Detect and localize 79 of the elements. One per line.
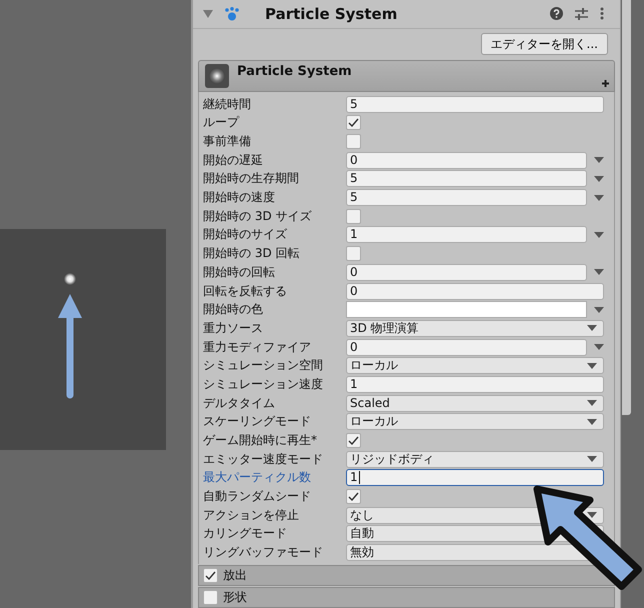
number-field[interactable]: 5 xyxy=(346,170,587,188)
number-field[interactable]: 1 xyxy=(346,376,604,393)
dropdown-arrow-icon[interactable] xyxy=(594,232,604,238)
checkbox[interactable] xyxy=(346,489,361,504)
dropdown-arrow-icon xyxy=(587,418,597,425)
checkbox[interactable] xyxy=(346,115,361,130)
dropdown[interactable]: 3D 物理演算 xyxy=(346,320,604,337)
dropdown-arrow-icon[interactable] xyxy=(594,157,604,164)
number-field[interactable]: 0 xyxy=(346,338,587,356)
checkbox[interactable] xyxy=(346,433,361,448)
dropdown[interactable]: Scaled xyxy=(346,394,604,412)
number-field[interactable]: 1 xyxy=(346,469,604,486)
property-label: 開始時の速度 xyxy=(202,189,276,206)
checkbox[interactable] xyxy=(346,208,361,224)
dropdown-arrow-icon[interactable] xyxy=(594,176,604,182)
property-label: 開始時の生存期間 xyxy=(202,170,300,188)
property-label: カリングモード xyxy=(202,525,288,542)
property-label: 開始の遅延 xyxy=(202,152,264,169)
number-field[interactable]: 5 xyxy=(346,96,604,113)
module-header[interactable]: 放出 xyxy=(198,565,615,586)
checkbox[interactable] xyxy=(346,134,361,150)
property-label: シミュレーション速度 xyxy=(202,376,324,393)
dropdown[interactable]: ローカル xyxy=(346,413,604,430)
dropdown-arrow-icon xyxy=(587,456,597,462)
dropdown-arrow-icon xyxy=(587,400,597,406)
property-label: 開始時の回転 xyxy=(202,264,276,281)
dropdown-arrow-icon[interactable] xyxy=(594,269,604,276)
dropdown-arrow-icon xyxy=(587,362,597,369)
paw-icon xyxy=(225,6,239,21)
dropdown-arrow-icon xyxy=(587,325,597,332)
dropdown[interactable]: ローカル xyxy=(346,357,604,374)
collapse-icon[interactable] xyxy=(203,10,213,18)
module-label: 形状 xyxy=(223,589,247,606)
checkbox[interactable] xyxy=(203,568,218,583)
property-label: 開始時の色 xyxy=(202,301,264,318)
dropdown-arrow-icon xyxy=(587,512,597,518)
property-label: 重力モディファイア xyxy=(202,338,312,356)
number-field[interactable]: 5 xyxy=(346,189,587,206)
help-icon[interactable] xyxy=(550,7,563,20)
component-title: Particle System xyxy=(265,4,398,23)
particle-thumbnail-icon xyxy=(205,64,229,88)
dropdown-arrow-icon[interactable] xyxy=(594,344,604,350)
number-field[interactable]: 0 xyxy=(346,264,587,281)
module-title: Particle System xyxy=(237,64,352,79)
property-label: リングバッファモード xyxy=(202,544,324,562)
property-label: シミュレーション空間 xyxy=(202,357,324,374)
property-label: 開始時の 3D サイズ xyxy=(202,208,313,225)
property-label: 継続時間 xyxy=(202,96,252,113)
scrollbar-thumb[interactable] xyxy=(622,0,631,415)
property-label: スケーリングモード xyxy=(202,413,312,430)
property-label: アクションを停止 xyxy=(202,506,300,524)
more-menu-icon[interactable] xyxy=(600,7,604,20)
property-label: 回転を反転する xyxy=(202,282,288,300)
property-label: 最大パーティクル数 xyxy=(202,469,312,486)
property-label: 開始時の 3D 回転 xyxy=(202,245,301,262)
property-label: デルタタイム xyxy=(202,394,276,412)
property-label: 重力ソース xyxy=(202,320,264,337)
checkbox[interactable] xyxy=(346,246,361,262)
dropdown[interactable]: リジッドボディ xyxy=(346,450,604,468)
property-label: エミッター速度モード xyxy=(202,450,324,468)
color-swatch[interactable] xyxy=(346,301,587,318)
plus-icon[interactable] xyxy=(602,80,609,87)
open-editor-button[interactable]: エディターを開く... xyxy=(480,32,608,55)
number-field[interactable]: 0 xyxy=(346,152,587,169)
property-label: ループ xyxy=(202,114,240,132)
property-label: 事前準備 xyxy=(202,133,252,150)
dropdown-arrow-icon[interactable] xyxy=(594,194,604,201)
property-label: ゲーム開始時に再生* xyxy=(202,432,318,450)
module-label: 放出 xyxy=(223,567,247,584)
module-header[interactable]: Particle System xyxy=(198,60,615,92)
number-field[interactable]: 1 xyxy=(346,226,587,244)
property-label: 開始時のサイズ xyxy=(202,226,288,244)
module-header[interactable]: 形状 xyxy=(198,587,615,608)
number-field[interactable]: 0 xyxy=(346,282,604,300)
dropdown-arrow-icon[interactable] xyxy=(594,306,604,313)
settings-sliders-icon[interactable] xyxy=(575,8,588,20)
particle-icon xyxy=(64,273,76,285)
property-label: 自動ランダムシード xyxy=(202,488,312,506)
checkbox[interactable] xyxy=(203,590,218,605)
